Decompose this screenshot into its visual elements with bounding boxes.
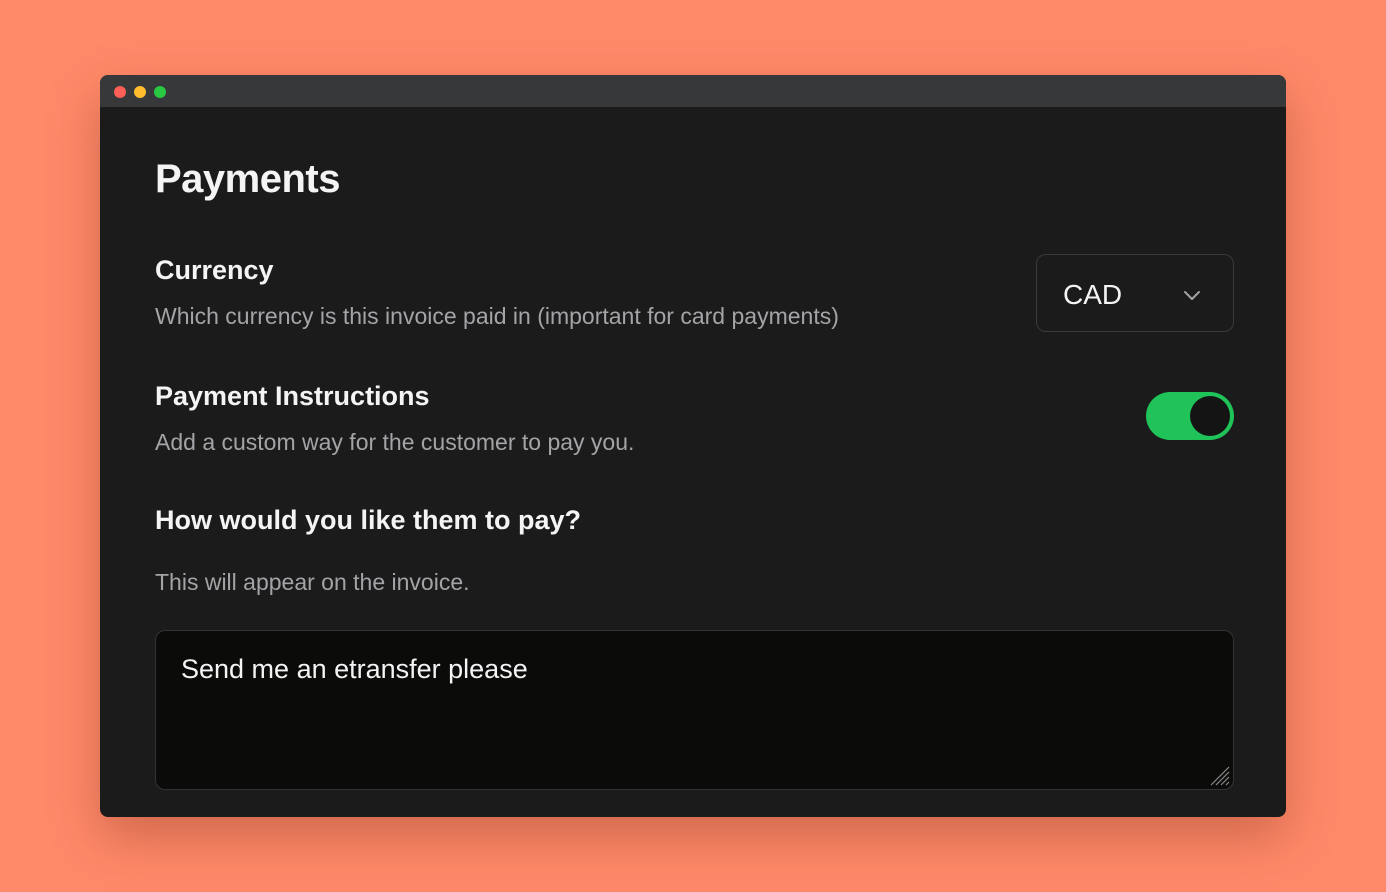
currency-label: Currency: [155, 255, 274, 285]
currency-selected-value: CAD: [1063, 279, 1123, 310]
how-to-pay-description: This will appear on the invoice.: [155, 569, 470, 595]
app-window: Payments Currency Which currency is this…: [100, 75, 1286, 817]
maximize-window-button[interactable]: [154, 86, 166, 98]
chevron-down-icon: [1184, 291, 1200, 300]
currency-description: Which currency is this invoice paid in (…: [155, 303, 839, 329]
close-window-button[interactable]: [114, 86, 126, 98]
how-to-pay-label: How would you like them to pay?: [155, 505, 582, 535]
page-title: Payments: [155, 157, 340, 201]
textarea-value: Send me an etransfer please: [181, 654, 528, 684]
payments-settings-panel: Payments Currency Which currency is this…: [155, 107, 1234, 817]
resize-handle-icon[interactable]: [1207, 763, 1231, 787]
currency-select[interactable]: CAD: [1036, 254, 1234, 332]
payment-instructions-description: Add a custom way for the customer to pay…: [155, 429, 635, 455]
payment-instructions-toggle[interactable]: [1146, 392, 1234, 440]
toggle-knob: [1190, 396, 1230, 436]
payment-instructions-textarea[interactable]: Send me an etransfer please: [155, 630, 1234, 790]
minimize-window-button[interactable]: [134, 86, 146, 98]
window-titlebar: [100, 75, 1286, 107]
payment-instructions-label: Payment Instructions: [155, 381, 430, 411]
